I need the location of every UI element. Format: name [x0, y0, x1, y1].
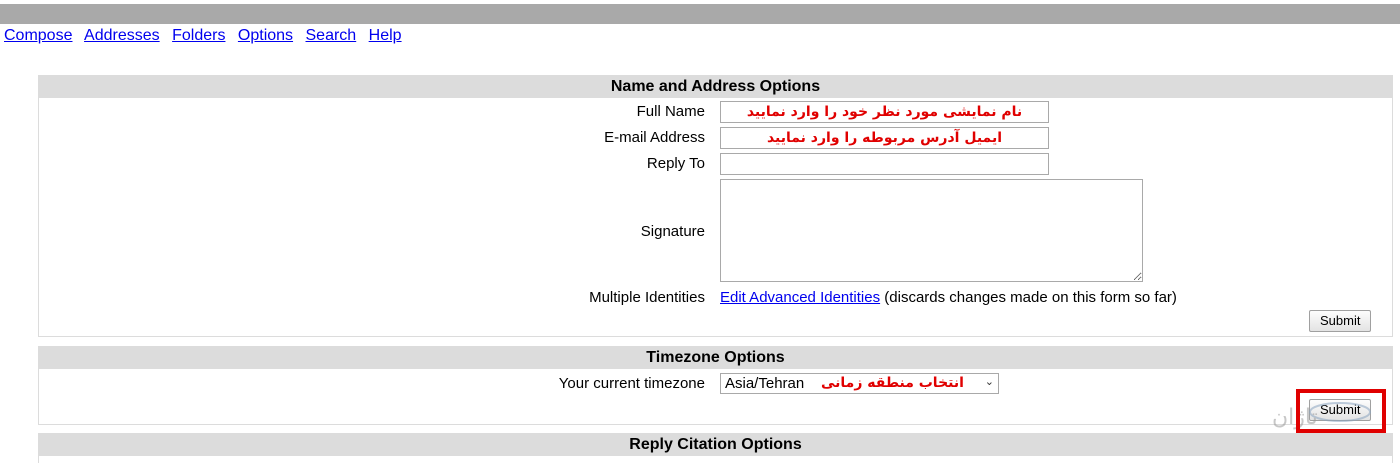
- nav-compose-link[interactable]: Compose: [4, 27, 72, 44]
- top-bar: [0, 4, 1400, 24]
- timezone-hint: انتخاب منطقه زمانی: [821, 375, 964, 391]
- nav-folders-link[interactable]: Folders: [172, 27, 225, 44]
- nav-addresses-link[interactable]: Addresses: [84, 27, 160, 44]
- edit-identities-link[interactable]: Edit Advanced Identities: [720, 289, 880, 306]
- nav-options-link[interactable]: Options: [238, 27, 293, 44]
- signature-textarea[interactable]: [720, 179, 1143, 282]
- reply-citation-section: Reply Citation Options: [38, 433, 1393, 463]
- timezone-section: Timezone Options Your current timezone A…: [38, 346, 1393, 425]
- chevron-down-icon: ⌄: [984, 376, 994, 388]
- full-name-field[interactable]: نام نمایشی مورد نظر خود را وارد نمایید: [720, 101, 1049, 123]
- name-address-section: Name and Address Options Full Name نام ن…: [38, 75, 1393, 337]
- identities-label: Multiple Identities: [589, 289, 705, 306]
- reply-citation-title: Reply Citation Options: [39, 434, 1392, 456]
- timezone-label: Your current timezone: [558, 375, 705, 392]
- signature-label: Signature: [640, 223, 705, 240]
- main-nav: Compose Addresses Folders Options Search…: [4, 27, 410, 45]
- timezone-selected-value: Asia/Tehran: [725, 375, 805, 392]
- timezone-select[interactable]: Asia/Tehran انتخاب منطقه زمانی ⌄: [720, 373, 999, 394]
- identities-note: (discards changes made on this form so f…: [884, 289, 1177, 306]
- timezone-title: Timezone Options: [39, 347, 1392, 369]
- name-address-submit-button[interactable]: Submit: [1309, 310, 1372, 332]
- email-field[interactable]: ایمیل آدرس مربوطه را وارد نمایید: [720, 127, 1049, 149]
- reply-to-field[interactable]: [720, 153, 1049, 175]
- nav-search-link[interactable]: Search: [306, 27, 357, 44]
- name-address-title: Name and Address Options: [39, 76, 1392, 98]
- reply-to-label: Reply To: [646, 155, 705, 172]
- highlight-annotation: [1296, 389, 1386, 433]
- email-label: E-mail Address: [604, 129, 705, 146]
- nav-help-link[interactable]: Help: [369, 27, 402, 44]
- full-name-label: Full Name: [636, 103, 705, 120]
- identities-row: Edit Advanced Identities (discards chang…: [720, 289, 1177, 306]
